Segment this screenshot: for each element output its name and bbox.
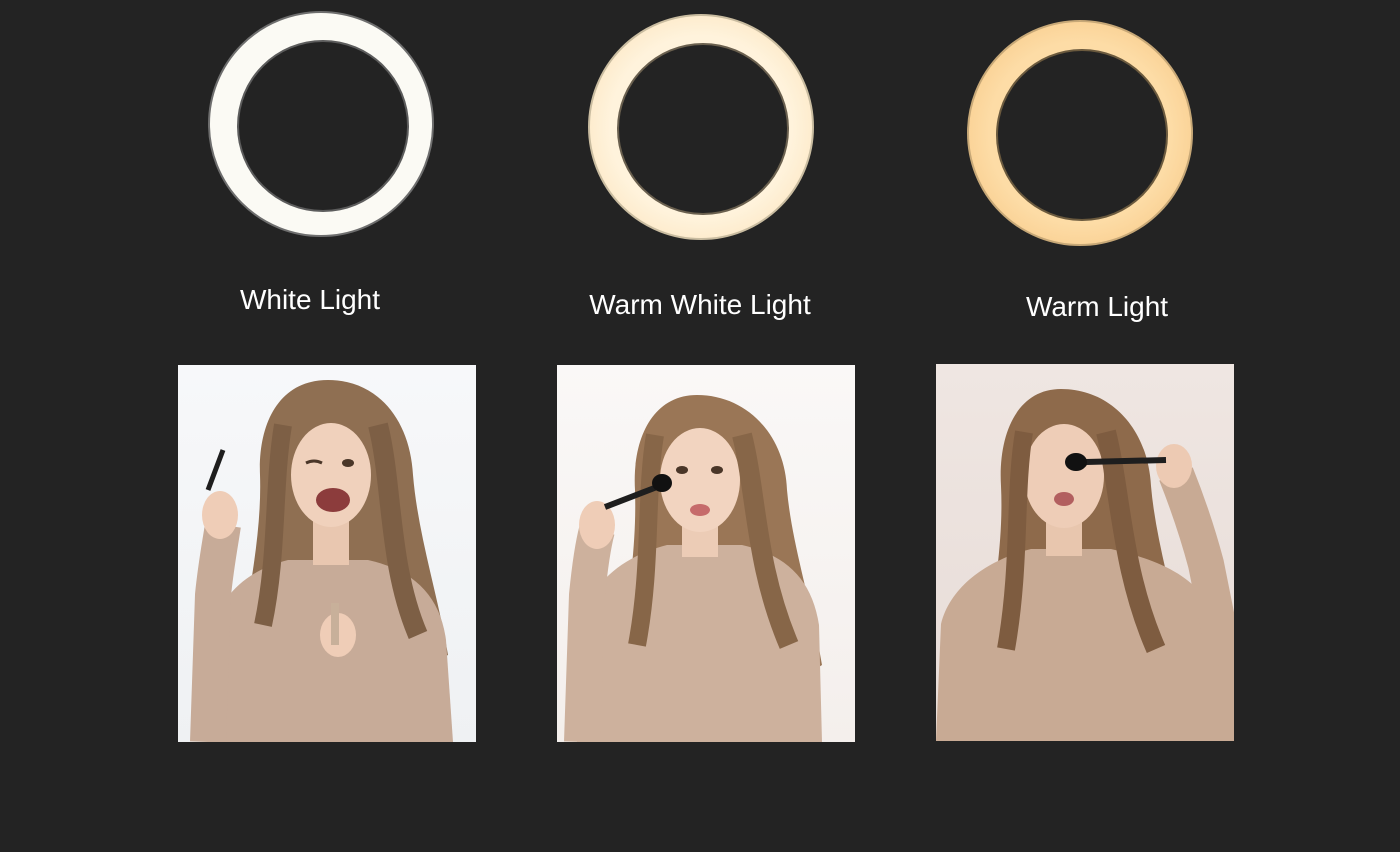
warm-light-label: Warm Light bbox=[1025, 291, 1169, 322]
white-light-label: White Light bbox=[239, 284, 381, 315]
warm-light-sample-photo bbox=[936, 364, 1234, 741]
white-light-ring-image bbox=[208, 11, 434, 237]
warm-white-light-sample-photo bbox=[557, 365, 855, 742]
warm-white-light-ring-image bbox=[588, 14, 814, 240]
white-light-sample-photo bbox=[178, 365, 476, 742]
warm-light-ring-image bbox=[967, 20, 1193, 246]
warm-white-light-label: Warm White Light bbox=[589, 289, 811, 320]
